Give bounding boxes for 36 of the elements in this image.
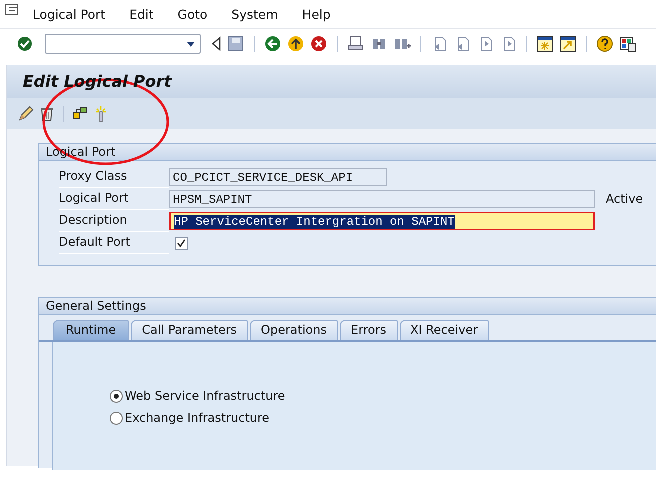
checkmark-icon[interactable] [16,34,34,52]
layout-icon[interactable] [619,34,637,52]
tab[interactable]: XI Receiver [400,320,490,340]
save-icon[interactable] [227,34,245,52]
tab[interactable]: Call Parameters [131,320,248,340]
menu-item[interactable]: Edit [130,6,154,22]
field-label: Default Port [59,232,169,254]
tab[interactable]: Errors [340,320,398,340]
triangle-left-icon[interactable] [210,34,222,52]
input-field[interactable]: HP ServiceCenter Intergration on SAPINT [169,212,595,230]
status-text: Active [606,192,644,206]
new-window-icon[interactable] [536,34,554,52]
tab[interactable]: Runtime [53,320,130,340]
help-icon[interactable] [596,34,614,52]
input-field[interactable]: HPSM_SAPINT [169,190,595,208]
radio-label: Web Service Infrastructure [125,389,286,403]
radio-label: Exchange Infrastructure [125,411,270,425]
dropdown-arrow-icon[interactable] [186,40,196,48]
back-icon[interactable] [264,34,282,52]
menu-icon[interactable] [4,2,20,18]
radio-button[interactable] [110,412,123,424]
radio-button[interactable] [110,390,123,402]
checkbox[interactable] [175,236,188,250]
pencil-icon[interactable] [17,104,35,122]
group-title: General Settings [46,299,146,313]
command-field[interactable] [45,34,201,54]
tab[interactable]: Operations [250,320,338,340]
shortcut-icon[interactable] [559,34,577,52]
print-icon[interactable] [347,34,365,52]
cancel-icon[interactable] [310,34,328,52]
menu-item[interactable]: Help [302,6,331,22]
hierarchy-icon[interactable] [71,104,89,122]
input-field[interactable]: CO_PCICT_SERVICE_DESK_API [169,168,387,186]
menu-item[interactable]: Goto [178,6,208,22]
menu-item[interactable]: System [232,6,278,22]
menu-item[interactable]: Logical Port [33,6,106,22]
